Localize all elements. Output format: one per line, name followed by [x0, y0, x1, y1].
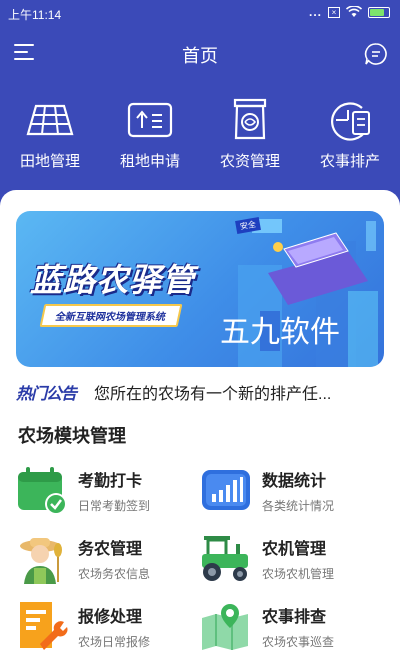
- module-attendance[interactable]: 考勤打卡 日常考勤签到: [16, 464, 196, 516]
- module-desc: 日常考勤签到: [78, 498, 151, 513]
- lease-upload-icon: [127, 102, 173, 138]
- module-desc: 农场日常报修: [78, 634, 151, 649]
- page-title: 首页: [182, 46, 218, 66]
- promo-banner[interactable]: 安全 蓝路农驿管 全新互联网农场管理系统 五九软件: [16, 211, 384, 367]
- module-farming[interactable]: 务农管理 农场务农信息: [16, 532, 196, 584]
- module-statistics[interactable]: 数据统计 各类统计情况: [200, 464, 380, 516]
- module-name: 务农管理: [78, 540, 143, 558]
- announcement-tag: 热门公告: [16, 386, 77, 403]
- bar-chart-icon: [202, 470, 250, 510]
- announcement-text[interactable]: 您所在的农场有一个新的排产任...: [94, 380, 331, 404]
- quick-item-label: 农事排产: [319, 153, 380, 170]
- quick-item-lease[interactable]: 租地申请: [100, 98, 200, 178]
- quick-item-label: 田地管理: [19, 153, 80, 170]
- message-icon[interactable]: [364, 42, 388, 66]
- battery-icon: [368, 6, 390, 18]
- calendar-check-icon: [18, 467, 67, 515]
- module-name: 报修处理: [78, 608, 143, 626]
- supply-bag-icon: [233, 98, 267, 140]
- banner-watermark: 五九软件: [220, 315, 340, 350]
- banner-brand: 蓝路农驿管: [30, 262, 196, 298]
- module-inspection[interactable]: 农事排查 农场农事巡查: [200, 600, 380, 652]
- status-bar: 上午11:14 ... ×: [0, 0, 400, 26]
- module-name: 考勤打卡: [78, 472, 143, 490]
- quick-item-supplies[interactable]: 农资管理: [200, 98, 300, 178]
- module-machinery[interactable]: 农机管理 农场农机管理: [200, 532, 380, 584]
- module-name: 农事排查: [262, 608, 327, 626]
- module-desc: 农场农事巡查: [262, 634, 335, 649]
- wifi-icon: [346, 6, 362, 17]
- tractor-icon: [202, 536, 248, 581]
- status-time: 上午11:14: [8, 8, 62, 22]
- module-repair[interactable]: 报修处理 农场日常报修: [16, 600, 196, 652]
- app-header: 首页: [0, 36, 400, 72]
- schedule-clock-icon: [331, 102, 370, 141]
- quick-item-field[interactable]: 田地管理: [0, 98, 100, 178]
- quick-item-label: 农资管理: [219, 153, 280, 170]
- status-icons: ... ×: [309, 5, 390, 19]
- quick-item-label: 租地申请: [119, 153, 180, 170]
- module-desc: 农场务农信息: [78, 566, 151, 581]
- repair-wrench-icon: [20, 602, 68, 650]
- map-pin-icon: [202, 604, 248, 650]
- module-name: 数据统计: [262, 472, 327, 490]
- modules-section-title: 农场模块管理: [18, 426, 126, 446]
- status-dots: ...: [308, 5, 322, 19]
- module-desc: 农场农机管理: [262, 566, 335, 581]
- banner-tagline: 全新互联网农场管理系统: [39, 304, 183, 327]
- quick-item-schedule[interactable]: 农事排产: [300, 98, 400, 178]
- field-grid-icon: [26, 104, 74, 136]
- quick-nav: 田地管理 租地申请 农资管理 农事排产: [0, 98, 400, 178]
- sim-icon: ×: [328, 6, 340, 18]
- module-name: 农机管理: [262, 540, 327, 558]
- farmer-icon: [20, 538, 62, 584]
- module-desc: 各类统计情况: [262, 498, 335, 513]
- announcement-bar[interactable]: 热门公告 您所在的农场有一个新的排产任...: [16, 380, 384, 404]
